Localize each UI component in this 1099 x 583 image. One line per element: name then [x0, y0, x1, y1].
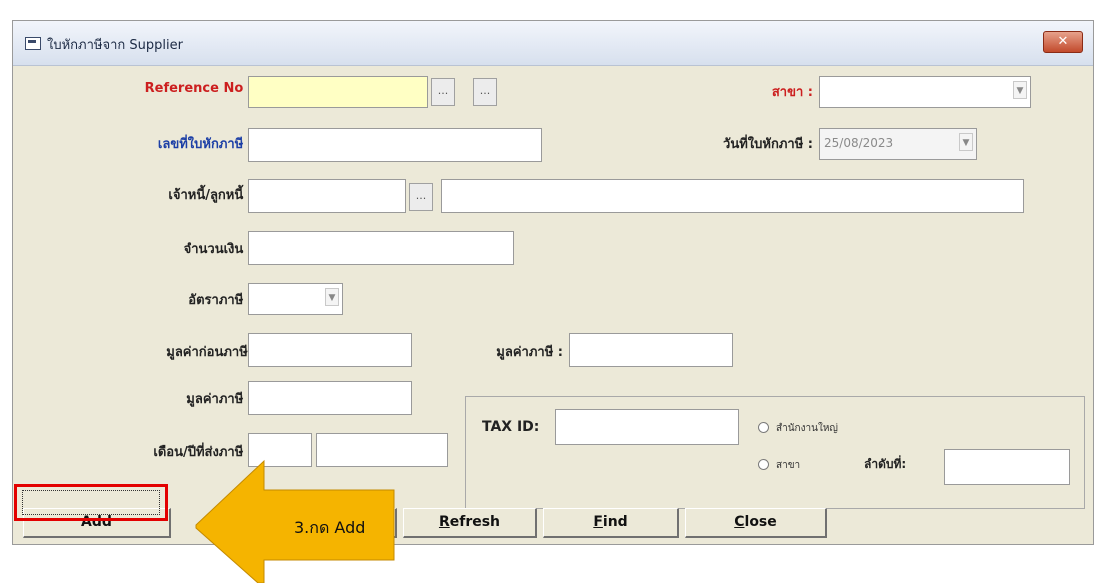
annotation-text: 3.กด Add	[294, 518, 365, 537]
annotation-layer: 3.กด Add	[195, 459, 395, 583]
